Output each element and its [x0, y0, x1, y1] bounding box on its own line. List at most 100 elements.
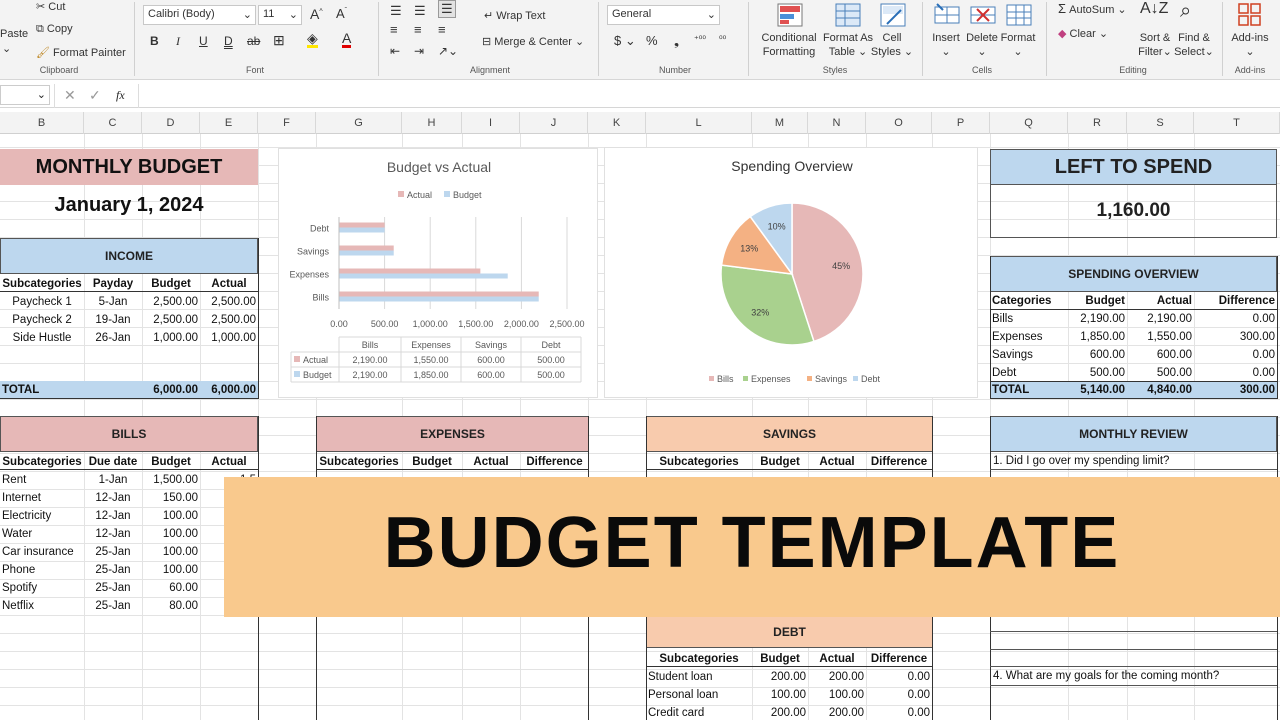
column-header-B[interactable]: B: [0, 112, 84, 134]
paste-button[interactable]: Paste: [0, 28, 28, 40]
align-center-icon[interactable]: ≡: [414, 22, 422, 37]
align-bottom-icon[interactable]: ☰: [438, 0, 456, 18]
font-name-select[interactable]: Calibri (Body) ⌄: [143, 5, 256, 25]
format-as-table-button[interactable]: Format As Table ⌄: [822, 31, 874, 59]
budget-vs-actual-chart[interactable]: Budget vs Actual 0.00 500.00 1,000.00 1,500…: [278, 148, 598, 398]
column-header-I[interactable]: I: [462, 112, 520, 134]
borders-icon[interactable]: ⊞: [273, 32, 285, 49]
sort-filter-icon[interactable]: A↓Z: [1140, 0, 1168, 18]
increase-decimal-icon[interactable]: ⁺⁰⁰: [694, 34, 706, 45]
strikethrough-icon[interactable]: ab: [247, 34, 260, 48]
spending-overview-chart[interactable]: Spending Overview 45% 32% 13% 10% Bills Expen…: [604, 147, 978, 398]
bar-category-label: Debt: [310, 224, 330, 234]
align-right-icon[interactable]: ≡: [438, 22, 446, 37]
format-painter-button[interactable]: 🖌 Format Painter: [36, 46, 126, 59]
review-question-1: 1. Did I go over my spending limit?: [993, 455, 1170, 467]
column-header-S[interactable]: S: [1127, 112, 1194, 134]
pie-legend-swatch: [709, 376, 714, 381]
decrease-indent-icon[interactable]: ⇤: [390, 44, 400, 58]
percent-icon[interactable]: %: [646, 33, 658, 48]
orientation-icon[interactable]: ↗⌄: [438, 44, 458, 58]
format-cells-icon[interactable]: [1005, 2, 1033, 28]
number-format-select[interactable]: General ⌄: [607, 5, 720, 25]
currency-icon[interactable]: $ ⌄: [614, 33, 636, 49]
clear-button[interactable]: ◆ Clear ⌄: [1058, 27, 1108, 40]
spending-overview-title: SPENDING OVERVIEW: [1068, 267, 1199, 281]
pie-legend-label: Savings: [815, 374, 848, 384]
cell-styles-button[interactable]: Cell Styles ⌄: [870, 31, 914, 59]
italic-icon[interactable]: I: [176, 34, 180, 49]
name-box[interactable]: ⌄: [0, 85, 50, 105]
bar-debt-budget: [339, 227, 385, 233]
decrease-font-icon[interactable]: Aˇ: [336, 6, 347, 21]
bills-cell: Car insurance: [2, 546, 74, 558]
pie-legend-swatch: [743, 376, 748, 381]
bills-header-cell: Subcategories: [2, 456, 82, 468]
copy-button[interactable]: ⧉ Copy: [36, 23, 73, 36]
decrease-decimal-icon[interactable]: ⁰⁰: [719, 34, 726, 45]
format-as-table-label-2-text: Table: [828, 46, 855, 58]
column-header-E[interactable]: E: [200, 112, 258, 134]
spending-header-cell: Actual: [1156, 295, 1192, 307]
chevron-down-icon[interactable]: ⌄: [2, 42, 11, 55]
insert-button[interactable]: Insert ⌄: [926, 31, 966, 59]
align-left-icon[interactable]: ≡: [390, 22, 398, 37]
formula-input[interactable]: [138, 84, 1280, 108]
column-header-N[interactable]: N: [808, 112, 866, 134]
double-underline-icon[interactable]: D: [224, 34, 233, 48]
sigma-icon: Σ: [1058, 1, 1067, 16]
column-header-R[interactable]: R: [1068, 112, 1127, 134]
delete-label: Delete: [966, 32, 998, 44]
column-header-Q[interactable]: Q: [990, 112, 1068, 134]
cancel-icon[interactable]: ✕: [64, 87, 76, 104]
format-as-table-icon[interactable]: [834, 2, 862, 28]
autosum-button[interactable]: Σ AutoSum ⌄: [1058, 1, 1127, 16]
enter-icon[interactable]: ✓: [89, 87, 101, 104]
column-header-O[interactable]: O: [866, 112, 932, 134]
comma-icon[interactable]: ❟: [674, 33, 679, 49]
column-header-T[interactable]: T: [1194, 112, 1280, 134]
addins-button[interactable]: Add-ins ⌄: [1228, 31, 1272, 59]
conditional-formatting-button[interactable]: Conditional Formatting: [758, 31, 820, 59]
column-header-H[interactable]: H: [402, 112, 462, 134]
font-size-select[interactable]: 11 ⌄: [258, 5, 302, 25]
underline-icon[interactable]: U: [199, 34, 208, 48]
column-header-P[interactable]: P: [932, 112, 990, 134]
increase-font-icon[interactable]: A^: [310, 6, 323, 22]
table-value: 1,550.00: [413, 355, 448, 365]
debt-cell: Credit card: [648, 707, 705, 719]
column-header-L[interactable]: L: [646, 112, 752, 134]
cell-styles-icon[interactable]: [879, 2, 907, 28]
wrap-text-button[interactable]: ↵ Wrap Text: [484, 9, 545, 22]
column-header-G[interactable]: G: [316, 112, 402, 134]
bills-cell: 100.00: [162, 528, 198, 540]
magnifier-icon[interactable]: ⌕: [1180, 0, 1191, 23]
increase-indent-icon[interactable]: ⇥: [414, 44, 424, 58]
delete-cells-icon[interactable]: [969, 2, 997, 28]
format-button[interactable]: Format ⌄: [998, 31, 1038, 59]
merge-center-button[interactable]: ⊟ Merge & Center ⌄: [482, 35, 584, 48]
function-icon[interactable]: fx: [116, 88, 125, 103]
align-middle-icon[interactable]: ☰: [414, 3, 426, 19]
delete-button[interactable]: Delete ⌄: [962, 31, 1002, 59]
find-select-button[interactable]: Find & Select⌄: [1172, 31, 1216, 59]
column-header-K[interactable]: K: [588, 112, 646, 134]
align-top-icon[interactable]: ☰: [390, 3, 402, 19]
table-value: 500.00: [537, 355, 565, 365]
column-header-F[interactable]: F: [258, 112, 316, 134]
bold-icon[interactable]: B: [150, 34, 159, 48]
column-header-J[interactable]: J: [520, 112, 588, 134]
debt-title: DEBT: [773, 625, 806, 639]
bar-category-label: Bills: [312, 293, 329, 303]
debt-cell: 200.00: [770, 671, 806, 683]
column-header-D[interactable]: D: [142, 112, 200, 134]
font-color-icon[interactable]: A: [342, 31, 352, 48]
conditional-formatting-icon[interactable]: [776, 2, 804, 28]
column-header-M[interactable]: M: [752, 112, 808, 134]
bills-cell: 25-Jan: [95, 564, 131, 576]
insert-cells-icon[interactable]: [933, 2, 961, 28]
fill-color-icon[interactable]: ◈: [307, 31, 318, 48]
cut-button[interactable]: ✂ Cut: [36, 0, 65, 13]
column-header-C[interactable]: C: [84, 112, 142, 134]
addins-icon[interactable]: [1236, 2, 1264, 28]
